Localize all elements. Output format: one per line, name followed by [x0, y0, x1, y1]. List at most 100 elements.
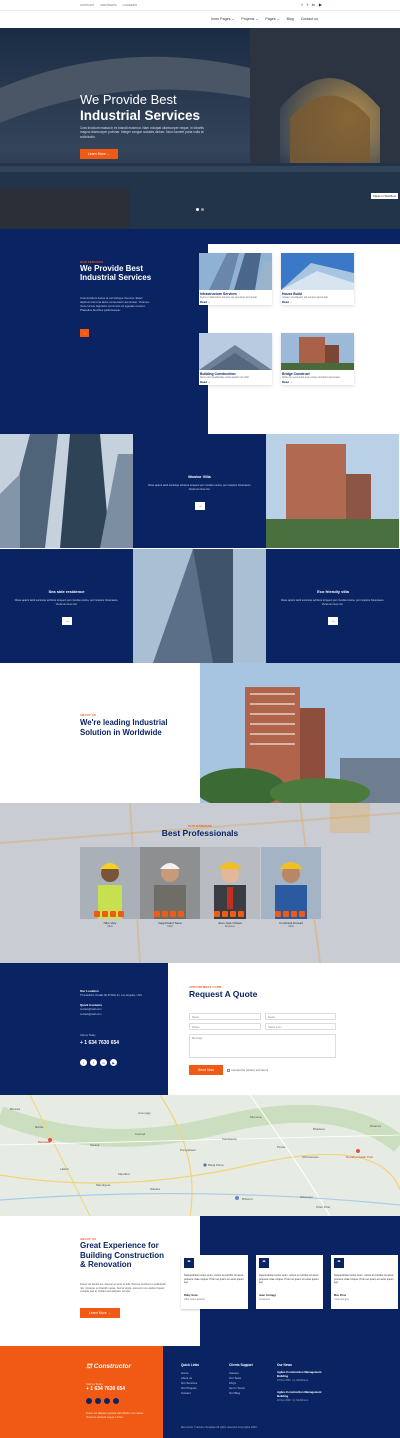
twitter-icon[interactable]	[275, 911, 281, 917]
map-label: Mumuna	[250, 1115, 262, 1119]
youtube-icon[interactable]: ▶	[110, 1059, 117, 1066]
team-member-role: Engineer	[224, 925, 235, 928]
nav-item-inner-pages[interactable]: Inner Pages ⌄	[211, 17, 234, 21]
testimonial-role: Jodie Gangrei	[334, 1298, 349, 1301]
nav-item-blog[interactable]: Blog	[287, 17, 294, 21]
webflow-badge[interactable]: Made in Webflow	[371, 193, 398, 199]
grid-arrow-button[interactable]: →	[328, 617, 338, 625]
testimonial-card: “ Suspendisse luctus enim, varius et por…	[331, 1255, 398, 1309]
youtube-icon[interactable]	[113, 1398, 119, 1404]
chevron-down-icon: ⌄	[231, 17, 235, 21]
news-item[interactable]: Agiles Construction Management Building …	[277, 1370, 327, 1382]
map-label: Mandrgeta	[96, 1183, 111, 1187]
slider-dot[interactable]	[196, 208, 199, 211]
twitter-icon[interactable]: t	[80, 1059, 87, 1066]
contact-phone[interactable]: + 1 634 7630 654	[80, 1040, 119, 1046]
top-link-support[interactable]: SUPPORT	[80, 3, 94, 7]
facebook-icon[interactable]	[95, 1398, 101, 1404]
facebook-icon[interactable]	[283, 911, 289, 917]
linkedin-icon[interactable]: in	[312, 2, 315, 7]
card-read-link[interactable]: Read →	[281, 299, 354, 305]
email-field[interactable]: Email	[265, 1013, 336, 1020]
location-map[interactable]: Bantiawa Binaula Ancorgay Mumuna Barilla…	[0, 1095, 400, 1216]
facebook-icon[interactable]	[102, 911, 108, 917]
news-item[interactable]: Agiles Construction Management Building …	[277, 1390, 327, 1403]
facebook-icon[interactable]: f	[307, 2, 308, 7]
linkedin-icon[interactable]	[104, 1398, 110, 1404]
name-field[interactable]: Name	[189, 1013, 261, 1020]
twitter-icon[interactable]	[214, 911, 220, 917]
footer-link[interactable]: Contact	[181, 1391, 197, 1396]
testimonial-text: Suspendisse luctus enim, varius et portt…	[259, 1274, 319, 1285]
copyright: Memorizer © Ecuino Template All rights r…	[181, 1426, 257, 1429]
top-link-careers[interactable]: CAREERS	[123, 3, 138, 7]
quote-icon: “	[259, 1258, 269, 1268]
map-label: Binaula	[10, 1107, 21, 1111]
youtube-icon[interactable]: ▶	[319, 2, 322, 7]
grid-image-glass-tower	[133, 549, 266, 663]
services-blue-strip	[208, 229, 400, 244]
team-member-card[interactable]: Condraria Dursad CEO	[261, 847, 321, 937]
send-now-button[interactable]: Send Now	[189, 1065, 223, 1075]
twitter-icon[interactable]: t	[302, 2, 303, 7]
select-line-dropdown[interactable]: Select Line... ⌄	[265, 1023, 336, 1030]
card-read-link[interactable]: Read →	[199, 299, 272, 305]
instagram-icon[interactable]	[299, 911, 305, 917]
twitter-icon[interactable]	[154, 911, 160, 917]
message-textarea[interactable]: Message	[189, 1034, 336, 1058]
phone-field[interactable]: Phone	[189, 1023, 261, 1030]
linkedin-icon[interactable]	[170, 911, 176, 917]
email-1[interactable]: contact@mail.com	[80, 1008, 101, 1012]
footer-link[interactable]: Our Blog	[229, 1391, 245, 1396]
footer-phone[interactable]: + 1 634 7630 654	[86, 1386, 125, 1392]
about-learn-more-button[interactable]: Learn More →	[80, 1308, 120, 1318]
instagram-icon[interactable]	[238, 911, 244, 917]
service-card[interactable]: Infrastructure Services Fusce in bibendu…	[199, 253, 272, 306]
news-date: 23 Nov 2020 by: Webflow-io	[277, 1399, 309, 1403]
service-card[interactable]: Bridge Construct Nulla nec eros amet ant…	[281, 333, 354, 386]
grid-arrow-button[interactable]: →	[62, 617, 72, 625]
linkedin-icon[interactable]	[110, 911, 116, 917]
email-2[interactable]: contact@mail.com	[80, 1013, 101, 1017]
privacy-checkbox-label[interactable]: I accept the privacy and terms	[227, 1068, 268, 1072]
services-arrow-button[interactable]: →	[80, 329, 89, 337]
map-label: Dhanwa	[370, 1124, 382, 1128]
twitter-icon[interactable]	[94, 911, 100, 917]
nav-item-contact[interactable]: Contact us	[301, 17, 318, 21]
checkbox[interactable]	[227, 1068, 230, 1072]
grid-arrow-button[interactable]: →	[195, 502, 205, 510]
team-member-role: CEO	[107, 925, 113, 928]
top-bar: SUPPORT PARTNERS CAREERS t f in ▶	[0, 0, 400, 10]
team-member-photo	[80, 847, 140, 919]
quick-links-heading: Quick Links	[181, 1363, 200, 1367]
linkedin-icon[interactable]: in	[100, 1059, 107, 1066]
linkedin-icon[interactable]	[291, 911, 297, 917]
team-member-card[interactable]: Niko Vary CEO	[80, 847, 140, 937]
professionals-title: Best Professionals	[161, 828, 239, 838]
twitter-icon[interactable]	[86, 1398, 92, 1404]
slider-dot[interactable]	[201, 208, 204, 211]
team-member-card[interactable]: Juan Jose Octave Engineer	[200, 847, 260, 937]
facebook-icon[interactable]	[162, 911, 168, 917]
service-card[interactable]: Building Construction Nunc est repudiand…	[199, 333, 272, 386]
card-read-link[interactable]: Read →	[281, 379, 354, 385]
main-nav: Inner Pages ⌄ Projects ⌄ Pages ⌄ Blog Co…	[0, 10, 400, 28]
facebook-icon[interactable]: f	[90, 1059, 97, 1066]
instagram-icon[interactable]	[118, 911, 124, 917]
nav-item-pages[interactable]: Pages ⌄	[265, 17, 279, 21]
instagram-icon[interactable]	[178, 911, 184, 917]
facebook-icon[interactable]	[222, 911, 228, 917]
top-link-partners[interactable]: PARTNERS	[100, 3, 116, 7]
card-image	[281, 253, 354, 290]
nav-item-projects[interactable]: Projects ⌄	[241, 17, 258, 21]
map-label: Bhadsua	[313, 1127, 325, 1131]
map-label: Kandasara	[222, 1137, 237, 1141]
team-member-card[interactable]: Gagrichand Sana CEO	[140, 847, 200, 937]
service-card[interactable]: House Build Integer vel aliquam elit tem…	[281, 253, 354, 306]
footer-logo[interactable]: ⛫ Constructor	[86, 1362, 131, 1371]
card-read-link[interactable]: Read →	[199, 379, 272, 385]
linkedin-icon[interactable]	[230, 911, 236, 917]
hero-title-line1: We Provide Best	[80, 92, 177, 107]
hero-learn-more-button[interactable]: Learn More →	[80, 149, 118, 159]
leading-building-image	[200, 663, 400, 803]
